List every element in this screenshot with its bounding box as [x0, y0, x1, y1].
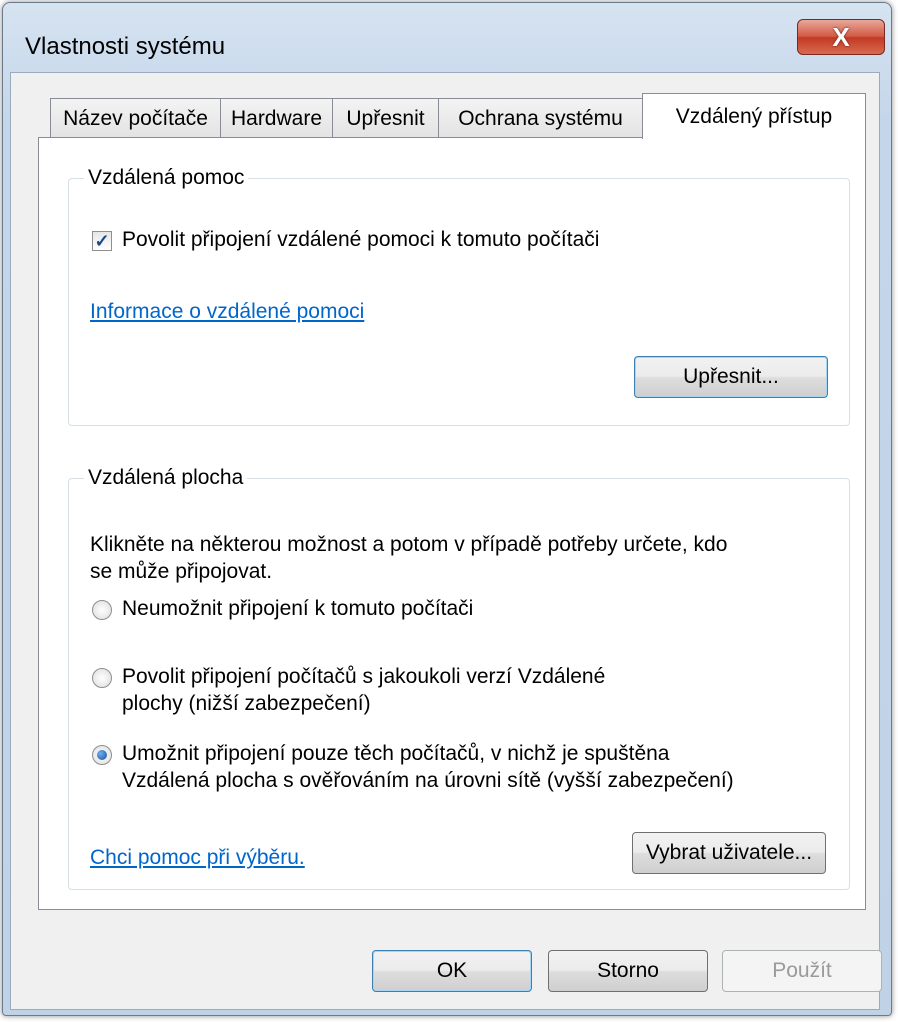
tab-system-protection[interactable]: Ochrana systému	[438, 98, 643, 138]
radio-allow-any-version[interactable]	[92, 668, 112, 688]
option-disallow-label: Neumožnit připojení k tomuto počítači	[122, 597, 474, 620]
option-any-version-label-line2: plochy (nižší zabezpečení)	[122, 692, 371, 715]
remote-assistance-legend: Vzdálená pomoc	[84, 166, 249, 190]
allow-remote-assistance-label: Povolit připojení vzdálené pomoci k tomu…	[122, 228, 600, 251]
cancel-button[interactable]: Storno	[548, 950, 708, 992]
remote-assistance-info-link[interactable]: Informace o vzdálené pomoci	[90, 300, 364, 324]
remote-desktop-description-line2: se může připojovat.	[90, 560, 273, 583]
tab-label: Vzdálený přístup	[675, 104, 833, 128]
remote-desktop-legend: Vzdálená plocha	[84, 466, 248, 490]
tab-remote-access[interactable]: Vzdálený přístup	[642, 93, 866, 139]
tab-advanced[interactable]: Upřesnit	[332, 98, 439, 138]
tab-hardware[interactable]: Hardware	[220, 98, 333, 138]
allow-remote-assistance-checkbox[interactable]: ✓	[92, 231, 112, 251]
help-choose-link[interactable]: Chci pomoc při výběru.	[90, 846, 305, 870]
radio-disallow-connections[interactable]	[92, 600, 112, 620]
apply-button[interactable]: Použít	[722, 950, 882, 992]
window-title: Vlastnosti systému	[25, 33, 226, 60]
advanced-button[interactable]: Upřesnit...	[634, 356, 828, 398]
option-nla-label-line2: Vzdálená plocha s ověřováním na úrovni s…	[122, 769, 734, 792]
close-icon: X	[832, 21, 850, 52]
ok-button[interactable]: OK	[372, 950, 532, 992]
option-nla-label-line1: Umožnit připojení pouze těch počítačů, v…	[122, 742, 670, 765]
checkmark-icon: ✓	[94, 231, 110, 251]
close-button[interactable]: X	[797, 19, 885, 55]
remote-desktop-description-line1: Klikněte na některou možnost a potom v p…	[90, 533, 728, 556]
tab-label: Ochrana systému	[458, 106, 623, 130]
tab-computer-name[interactable]: Název počítače	[50, 98, 221, 138]
radio-allow-nla-only[interactable]	[92, 745, 112, 765]
tab-label: Hardware	[230, 106, 323, 130]
option-any-version-label-line1: Povolit připojení počítačů s jakoukoli v…	[122, 665, 606, 688]
tab-label: Upřesnit	[346, 106, 425, 130]
tab-label: Název počítače	[63, 106, 208, 130]
select-users-button[interactable]: Vybrat uživatele...	[632, 832, 826, 874]
